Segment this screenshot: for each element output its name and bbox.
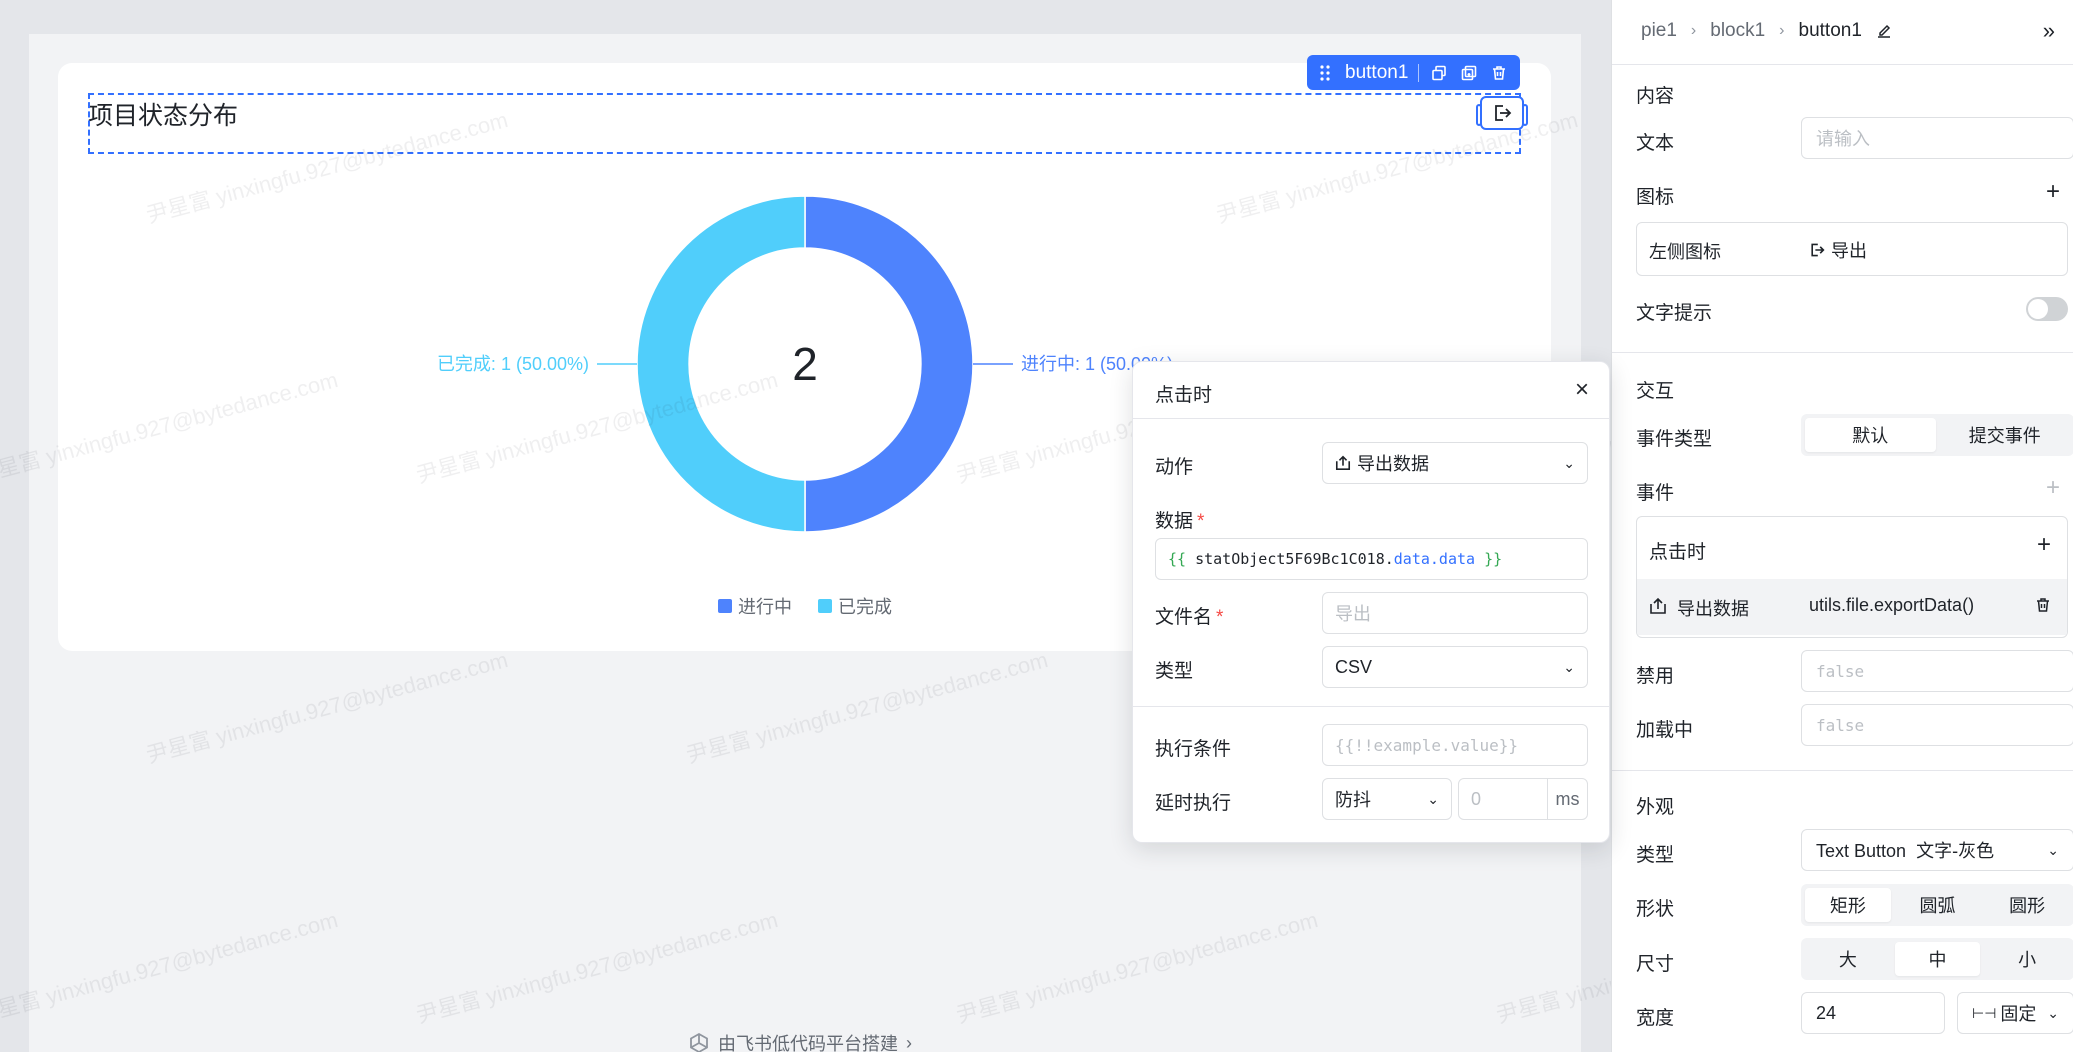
icon-config-box: 左侧图标 导出 xyxy=(1636,222,2068,276)
donut-slice-1[interactable] xyxy=(636,195,806,533)
data-expression-input[interactable]: {{ statObject5F69Bc1C018.data.data }} xyxy=(1155,538,1588,580)
export-data-icon xyxy=(1335,455,1351,471)
delete-icon[interactable] xyxy=(2035,597,2051,613)
event-type-submit[interactable]: 提交事件 xyxy=(1940,418,2071,452)
delay-mode-select[interactable]: 防抖 ⌄ xyxy=(1322,778,1452,820)
chevron-down-icon: ⌄ xyxy=(1427,790,1439,807)
shape-arc[interactable]: 圆弧 xyxy=(1895,888,1981,922)
shape-segmented: 矩形 圆弧 圆形 xyxy=(1801,884,2073,926)
add-action-button[interactable]: + xyxy=(2037,533,2051,557)
type-label: 类型 xyxy=(1636,845,1675,866)
action-label: 动作 xyxy=(1155,457,1194,478)
export-data-icon xyxy=(1650,597,1666,614)
event-list: 点击时 + 导出数据 utils.file.exportData() xyxy=(1636,516,2068,638)
disabled-label: 禁用 xyxy=(1636,666,1675,687)
lowcode-logo-icon xyxy=(690,1032,708,1052)
event-action-row[interactable]: 导出数据 utils.file.exportData() xyxy=(1637,579,2067,635)
tooltip-label: 文字提示 xyxy=(1636,303,1713,324)
loading-label: 加载中 xyxy=(1636,720,1694,741)
shape-circle[interactable]: 圆形 xyxy=(1984,888,2070,922)
breadcrumb-item[interactable]: pie1 xyxy=(1641,20,1677,42)
chevron-down-icon: ⌄ xyxy=(1563,454,1575,471)
text-input[interactable]: 请输入 xyxy=(1801,117,2073,159)
event-action-name: 导出数据 xyxy=(1677,599,1749,619)
left-icon-select[interactable]: 导出 xyxy=(1809,237,1867,263)
legend-swatch-0[interactable] xyxy=(718,599,732,613)
on-click-event-label: 点击时 xyxy=(1649,542,1707,563)
action-select[interactable]: 导出数据 ⌄ xyxy=(1322,442,1588,484)
size-large[interactable]: 大 xyxy=(1805,942,1891,976)
shape-rect[interactable]: 矩形 xyxy=(1805,888,1891,922)
collapse-panel-icon[interactable]: » xyxy=(2043,18,2055,44)
chevron-right-icon: › xyxy=(1779,22,1785,39)
delay-unit: ms xyxy=(1547,779,1587,819)
width-arrows-icon: ⊢⊣ xyxy=(1972,1004,1997,1021)
chevron-down-icon: ⌄ xyxy=(1563,658,1575,675)
file-type-select[interactable]: CSV ⌄ xyxy=(1322,646,1588,688)
size-medium[interactable]: 中 xyxy=(1894,942,1981,976)
size-segmented: 大 中 小 xyxy=(1801,938,2073,980)
size-label: 尺寸 xyxy=(1636,954,1675,975)
content-section-title: 内容 xyxy=(1636,86,1675,107)
legend-swatch-1[interactable] xyxy=(818,599,832,613)
event-type-label: 事件类型 xyxy=(1636,429,1713,450)
condition-input[interactable]: {{!!example.value}} xyxy=(1322,724,1588,766)
slice-label-1: 已完成: 1 (50.00%) xyxy=(437,354,589,374)
on-click-popover: 点击时 × 动作 导出数据 ⌄ 数据 * {{ statObject5F69Bc1… xyxy=(1132,361,1610,843)
filename-input[interactable]: 导出 xyxy=(1322,592,1588,634)
export-icon xyxy=(1811,243,1825,257)
width-label: 宽度 xyxy=(1636,1008,1675,1029)
breadcrumb: pie1 › block1 › button1 xyxy=(1641,20,1892,42)
event-type-segmented: 默认 提交事件 xyxy=(1801,414,2073,456)
shape-label: 形状 xyxy=(1636,899,1675,920)
legend-label-1[interactable]: 已完成 xyxy=(838,597,892,617)
breadcrumb-current: button1 xyxy=(1798,20,1862,41)
breadcrumb-item[interactable]: block1 xyxy=(1710,20,1765,42)
condition-label: 执行条件 xyxy=(1155,739,1232,760)
events-label: 事件 xyxy=(1636,483,1675,504)
width-mode-select[interactable]: ⊢⊣ 固定 ⌄ xyxy=(1957,992,2073,1034)
appearance-section-title: 外观 xyxy=(1636,797,1675,818)
chevron-right-icon: › xyxy=(1690,22,1697,39)
edit-icon[interactable] xyxy=(1876,23,1892,39)
close-icon[interactable]: × xyxy=(1575,376,1589,404)
donut-slice-0[interactable] xyxy=(804,195,974,533)
popover-title: 点击时 xyxy=(1155,385,1213,406)
data-label: 数据 * xyxy=(1155,511,1205,532)
file-type-label: 类型 xyxy=(1155,661,1194,682)
powered-by-link[interactable]: 由飞书低代码平台搭建 › xyxy=(688,1030,912,1052)
width-input[interactable]: 24 xyxy=(1801,992,1945,1034)
properties-panel: pie1 › block1 › button1 » 内容 文本 请输入 图标 +… xyxy=(1611,0,2073,1052)
loading-input[interactable]: false xyxy=(1801,704,2073,746)
event-type-default[interactable]: 默认 xyxy=(1805,418,1936,452)
chevron-down-icon: ⌄ xyxy=(2047,841,2059,858)
filename-label: 文件名 * xyxy=(1155,607,1224,628)
event-action-function: utils.file.exportData() xyxy=(1809,595,1975,615)
size-small[interactable]: 小 xyxy=(1984,942,2070,976)
legend-label-0[interactable]: 进行中 xyxy=(738,597,792,617)
disabled-input[interactable]: false xyxy=(1801,650,2073,692)
donut-center-value: 2 xyxy=(792,338,818,390)
interaction-section-title: 交互 xyxy=(1636,381,1675,402)
chevron-right-icon: › xyxy=(906,1032,912,1052)
powered-by-text: 由飞书低代码平台搭建 xyxy=(718,1034,898,1052)
left-icon-label: 左侧图标 xyxy=(1649,242,1721,262)
button-type-select[interactable]: Text Button 文字-灰色 ⌄ xyxy=(1801,829,2073,871)
add-event-button[interactable]: + xyxy=(2046,476,2060,500)
delay-label: 延时执行 xyxy=(1155,793,1232,814)
chevron-down-icon: ⌄ xyxy=(2047,1004,2059,1021)
tooltip-toggle[interactable] xyxy=(2026,297,2068,321)
delay-input[interactable]: 0 ms xyxy=(1458,778,1588,820)
text-label: 文本 xyxy=(1636,133,1675,154)
add-icon-button[interactable]: + xyxy=(2046,180,2060,204)
icon-label: 图标 xyxy=(1636,187,1675,208)
